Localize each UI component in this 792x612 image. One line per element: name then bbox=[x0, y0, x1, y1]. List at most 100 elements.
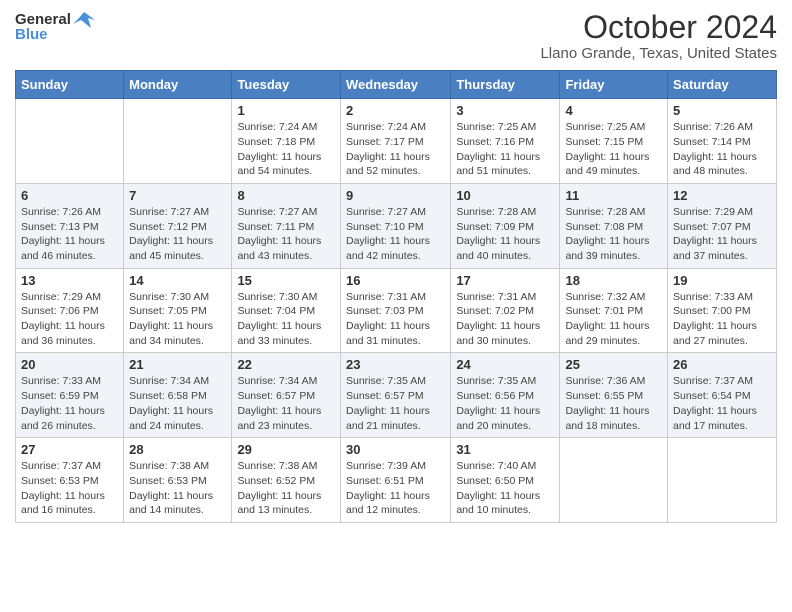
table-row: 10 Sunrise: 7:28 AMSunset: 7:09 PMDayligh… bbox=[451, 183, 560, 268]
cell-content: Sunrise: 7:27 AMSunset: 7:12 PMDaylight:… bbox=[129, 205, 226, 264]
cell-content: Sunrise: 7:25 AMSunset: 7:16 PMDaylight:… bbox=[456, 120, 554, 179]
day-number: 5 bbox=[673, 103, 771, 118]
logo-blue-text: Blue bbox=[15, 26, 48, 43]
day-number: 14 bbox=[129, 273, 226, 288]
table-row: 31 Sunrise: 7:40 AMSunset: 6:50 PMDayligh… bbox=[451, 438, 560, 523]
table-row: 7 Sunrise: 7:27 AMSunset: 7:12 PMDaylight… bbox=[124, 183, 232, 268]
cell-content: Sunrise: 7:36 AMSunset: 6:55 PMDaylight:… bbox=[565, 374, 662, 433]
cell-content: Sunrise: 7:37 AMSunset: 6:53 PMDaylight:… bbox=[21, 459, 118, 518]
page: General Blue October 2024 Llano Grande, … bbox=[0, 0, 792, 538]
cell-content: Sunrise: 7:29 AMSunset: 7:07 PMDaylight:… bbox=[673, 205, 771, 264]
cell-content: Sunrise: 7:28 AMSunset: 7:08 PMDaylight:… bbox=[565, 205, 662, 264]
table-row: 24Sunrise: 7:35 AMSunset: 6:56 PMDayligh… bbox=[451, 353, 560, 438]
day-number: 4 bbox=[565, 103, 662, 118]
cell-content: Sunrise: 7:26 AMSunset: 7:14 PMDaylight:… bbox=[673, 120, 771, 179]
table-row: 11Sunrise: 7:28 AMSunset: 7:08 PMDayligh… bbox=[560, 183, 668, 268]
logo: General Blue bbox=[15, 10, 95, 43]
cell-content: Sunrise: 7:39 AMSunset: 6:51 PMDaylight:… bbox=[346, 459, 445, 518]
header-monday: Monday bbox=[124, 71, 232, 99]
table-row bbox=[124, 99, 232, 184]
table-row: 9Sunrise: 7:27 AMSunset: 7:10 PMDaylight… bbox=[340, 183, 450, 268]
cell-content: Sunrise: 7:35 AMSunset: 6:57 PMDaylight:… bbox=[346, 374, 445, 433]
cell-content: Sunrise: 7:38 AMSunset: 6:53 PMDaylight:… bbox=[129, 459, 226, 518]
cell-content: Sunrise: 7:34 AMSunset: 6:58 PMDaylight:… bbox=[129, 374, 226, 433]
day-number: 10 bbox=[456, 188, 554, 203]
table-row bbox=[668, 438, 777, 523]
table-row: 19Sunrise: 7:33 AMSunset: 7:00 PMDayligh… bbox=[668, 268, 777, 353]
table-row: 4 Sunrise: 7:25 AMSunset: 7:15 PMDaylight… bbox=[560, 99, 668, 184]
table-row: 28 Sunrise: 7:38 AMSunset: 6:53 PMDayligh… bbox=[124, 438, 232, 523]
calendar-table: Sunday Monday Tuesday Wednesday Thursday… bbox=[15, 70, 777, 523]
table-row: 6 Sunrise: 7:26 AMSunset: 7:13 PMDaylight… bbox=[16, 183, 124, 268]
cell-content: Sunrise: 7:28 AMSunset: 7:09 PMDaylight:… bbox=[456, 205, 554, 264]
cell-content: Sunrise: 7:30 AMSunset: 7:04 PMDaylight:… bbox=[237, 290, 335, 349]
calendar-week-row: 20 Sunrise: 7:33 AMSunset: 6:59 PMDayligh… bbox=[16, 353, 777, 438]
calendar-subtitle: Llano Grande, Texas, United States bbox=[540, 45, 777, 62]
table-row: 14 Sunrise: 7:30 AMSunset: 7:05 PMDayligh… bbox=[124, 268, 232, 353]
table-row: 1 Sunrise: 7:24 AMSunset: 7:18 PMDaylight… bbox=[232, 99, 341, 184]
cell-content: Sunrise: 7:27 AMSunset: 7:11 PMDaylight:… bbox=[237, 205, 335, 264]
day-number: 22 bbox=[237, 357, 335, 372]
day-number: 13 bbox=[21, 273, 118, 288]
calendar-title: October 2024 bbox=[540, 10, 777, 45]
table-row: 16Sunrise: 7:31 AMSunset: 7:03 PMDayligh… bbox=[340, 268, 450, 353]
cell-content: Sunrise: 7:31 AMSunset: 7:02 PMDaylight:… bbox=[456, 290, 554, 349]
cell-content: Sunrise: 7:40 AMSunset: 6:50 PMDaylight:… bbox=[456, 459, 554, 518]
header-tuesday: Tuesday bbox=[232, 71, 341, 99]
cell-content: Sunrise: 7:30 AMSunset: 7:05 PMDaylight:… bbox=[129, 290, 226, 349]
header-friday: Friday bbox=[560, 71, 668, 99]
day-number: 2 bbox=[346, 103, 445, 118]
logo-general-text: General bbox=[15, 11, 71, 28]
table-row: 23 Sunrise: 7:35 AMSunset: 6:57 PMDayligh… bbox=[340, 353, 450, 438]
day-number: 18 bbox=[565, 273, 662, 288]
table-row: 2 Sunrise: 7:24 AMSunset: 7:17 PMDaylight… bbox=[340, 99, 450, 184]
cell-content: Sunrise: 7:32 AMSunset: 7:01 PMDaylight:… bbox=[565, 290, 662, 349]
table-row: 22 Sunrise: 7:34 AMSunset: 6:57 PMDayligh… bbox=[232, 353, 341, 438]
title-block: October 2024 Llano Grande, Texas, United… bbox=[540, 10, 777, 62]
calendar-week-row: 1 Sunrise: 7:24 AMSunset: 7:18 PMDaylight… bbox=[16, 99, 777, 184]
header-saturday: Saturday bbox=[668, 71, 777, 99]
day-number: 19 bbox=[673, 273, 771, 288]
table-row: 17 Sunrise: 7:31 AMSunset: 7:02 PMDayligh… bbox=[451, 268, 560, 353]
day-number: 6 bbox=[21, 188, 118, 203]
cell-content: Sunrise: 7:25 AMSunset: 7:15 PMDaylight:… bbox=[565, 120, 662, 179]
table-row: 5 Sunrise: 7:26 AMSunset: 7:14 PMDaylight… bbox=[668, 99, 777, 184]
cell-content: Sunrise: 7:26 AMSunset: 7:13 PMDaylight:… bbox=[21, 205, 118, 264]
calendar-week-row: 6 Sunrise: 7:26 AMSunset: 7:13 PMDaylight… bbox=[16, 183, 777, 268]
day-number: 3 bbox=[456, 103, 554, 118]
cell-content: Sunrise: 7:27 AMSunset: 7:10 PMDaylight:… bbox=[346, 205, 445, 264]
cell-content: Sunrise: 7:34 AMSunset: 6:57 PMDaylight:… bbox=[237, 374, 335, 433]
calendar-week-row: 27 Sunrise: 7:37 AMSunset: 6:53 PMDayligh… bbox=[16, 438, 777, 523]
cell-content: Sunrise: 7:31 AMSunset: 7:03 PMDaylight:… bbox=[346, 290, 445, 349]
cell-content: Sunrise: 7:35 AMSunset: 6:56 PMDaylight:… bbox=[456, 374, 554, 433]
logo-bird-icon bbox=[73, 10, 95, 28]
day-number: 25 bbox=[565, 357, 662, 372]
day-number: 23 bbox=[346, 357, 445, 372]
day-number: 27 bbox=[21, 442, 118, 457]
day-number: 17 bbox=[456, 273, 554, 288]
table-row: 27 Sunrise: 7:37 AMSunset: 6:53 PMDayligh… bbox=[16, 438, 124, 523]
day-number: 20 bbox=[21, 357, 118, 372]
day-number: 30 bbox=[346, 442, 445, 457]
table-row: 25 Sunrise: 7:36 AMSunset: 6:55 PMDayligh… bbox=[560, 353, 668, 438]
cell-content: Sunrise: 7:33 AMSunset: 6:59 PMDaylight:… bbox=[21, 374, 118, 433]
cell-content: Sunrise: 7:24 AMSunset: 7:17 PMDaylight:… bbox=[346, 120, 445, 179]
table-row: 3 Sunrise: 7:25 AMSunset: 7:16 PMDaylight… bbox=[451, 99, 560, 184]
header-thursday: Thursday bbox=[451, 71, 560, 99]
table-row bbox=[16, 99, 124, 184]
header: General Blue October 2024 Llano Grande, … bbox=[15, 10, 777, 62]
table-row: 30 Sunrise: 7:39 AMSunset: 6:51 PMDayligh… bbox=[340, 438, 450, 523]
weekday-header-row: Sunday Monday Tuesday Wednesday Thursday… bbox=[16, 71, 777, 99]
day-number: 28 bbox=[129, 442, 226, 457]
cell-content: Sunrise: 7:29 AMSunset: 7:06 PMDaylight:… bbox=[21, 290, 118, 349]
day-number: 15 bbox=[237, 273, 335, 288]
day-number: 1 bbox=[237, 103, 335, 118]
table-row: 21Sunrise: 7:34 AMSunset: 6:58 PMDayligh… bbox=[124, 353, 232, 438]
header-wednesday: Wednesday bbox=[340, 71, 450, 99]
cell-content: Sunrise: 7:24 AMSunset: 7:18 PMDaylight:… bbox=[237, 120, 335, 179]
table-row: 12Sunrise: 7:29 AMSunset: 7:07 PMDayligh… bbox=[668, 183, 777, 268]
day-number: 31 bbox=[456, 442, 554, 457]
table-row: 8 Sunrise: 7:27 AMSunset: 7:11 PMDaylight… bbox=[232, 183, 341, 268]
day-number: 8 bbox=[237, 188, 335, 203]
day-number: 7 bbox=[129, 188, 226, 203]
